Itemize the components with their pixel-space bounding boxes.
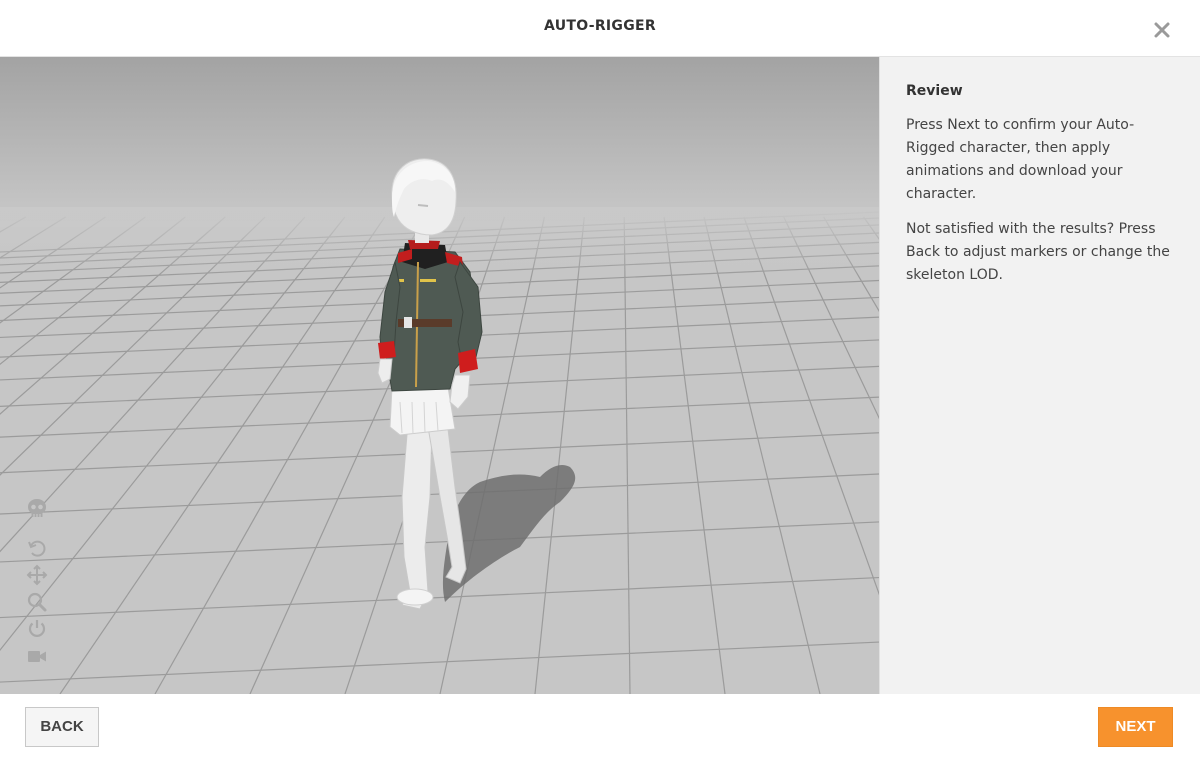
reset-tool[interactable] xyxy=(26,617,48,639)
rotate-icon xyxy=(28,540,46,557)
modal-title: AUTO-RIGGER xyxy=(544,18,656,34)
panel-title: Review xyxy=(906,83,963,99)
camera-tool[interactable] xyxy=(26,645,48,667)
panel-help-text: Not satisfied with the results? Press Ba… xyxy=(906,221,1170,283)
close-button[interactable] xyxy=(1150,18,1174,42)
close-icon xyxy=(1154,22,1170,38)
power-icon xyxy=(28,620,46,637)
zoom-tool[interactable] xyxy=(26,591,48,613)
modal-footer: BACK NEXT xyxy=(0,694,1200,760)
review-panel: Review Press Next to confirm your Auto-R… xyxy=(879,57,1200,694)
scene-render xyxy=(0,57,879,694)
pan-tool[interactable] xyxy=(26,564,48,586)
rotate-tool[interactable] xyxy=(26,537,48,559)
zoom-icon xyxy=(27,592,47,612)
skeleton-toggle[interactable] xyxy=(26,497,48,519)
next-button[interactable]: NEXT xyxy=(1098,707,1173,747)
modal-header: AUTO-RIGGER xyxy=(0,0,1200,57)
camera-icon xyxy=(28,651,46,662)
pan-icon xyxy=(26,564,48,586)
3d-viewport[interactable] xyxy=(0,57,879,694)
back-button[interactable]: BACK xyxy=(25,707,99,747)
skeleton-icon xyxy=(28,499,46,517)
panel-instructions: Press Next to confirm your Auto-Rigged c… xyxy=(906,117,1135,202)
